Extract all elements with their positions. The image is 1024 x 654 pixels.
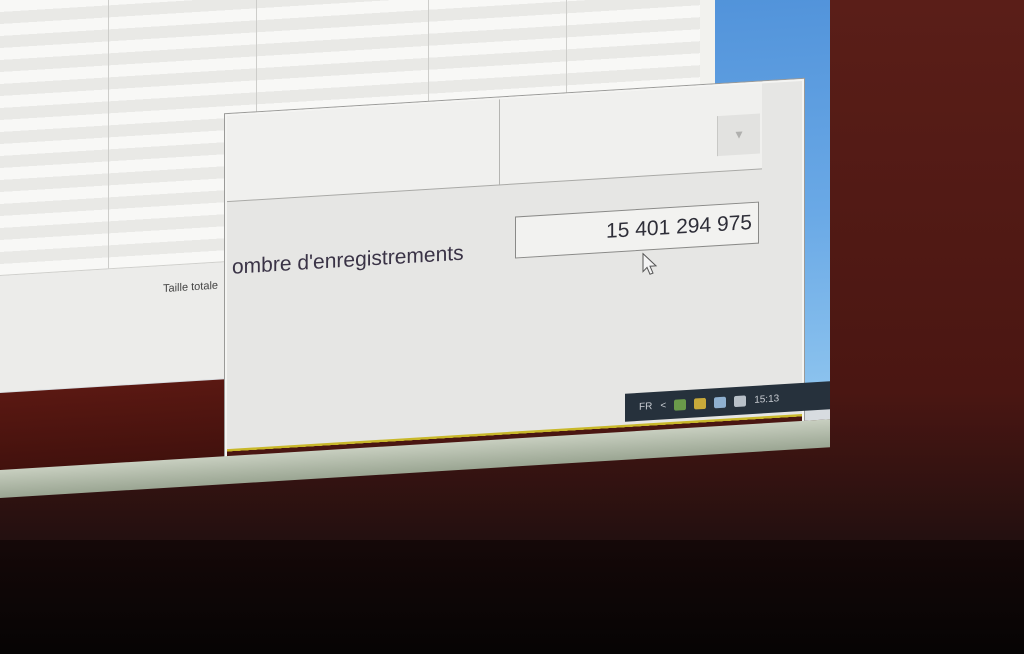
screen: Taille totale ▾ ombre d'enregistrements … <box>0 0 830 498</box>
header-separator <box>499 99 500 185</box>
desk-shadow <box>0 540 1024 654</box>
language-indicator[interactable]: FR <box>639 401 652 413</box>
dropdown-button[interactable]: ▾ <box>717 113 760 157</box>
tray-app-icon[interactable] <box>674 398 687 411</box>
chevron-down-icon: ▾ <box>735 126 743 144</box>
volume-icon[interactable] <box>734 394 747 407</box>
monitor-photo: Taille totale ▾ ombre d'enregistrements … <box>0 0 1024 654</box>
mouse-cursor-icon <box>642 252 658 275</box>
network-icon[interactable] <box>714 396 727 408</box>
show-hidden-icons-button[interactable]: < <box>660 400 666 411</box>
record-count-label: ombre d'enregistrements <box>232 241 464 279</box>
tray-app-icon[interactable] <box>694 397 707 410</box>
grid-column-separator <box>108 0 109 269</box>
record-count-field[interactable]: 15 401 294 975 <box>515 201 759 259</box>
clock[interactable]: 15:13 <box>754 393 779 406</box>
